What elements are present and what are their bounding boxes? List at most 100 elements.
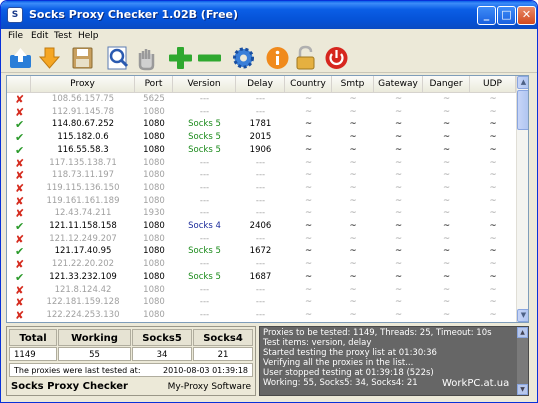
check-icon: ✔ bbox=[15, 118, 25, 132]
add-button[interactable] bbox=[167, 45, 194, 71]
table-row[interactable]: ✘ 119.115.136.150 1080 --- --- ~ ~ ~ ~ ~ bbox=[7, 182, 516, 195]
cell-delay: 1687 bbox=[249, 271, 272, 282]
title-bar[interactable]: S Socks Proxy Checker 1.02B (Free) _ □ ✕ bbox=[1, 1, 537, 29]
cell-smtp: ~ bbox=[349, 94, 357, 104]
cell-smtp: ~ bbox=[349, 259, 357, 270]
import-button[interactable] bbox=[7, 45, 34, 71]
table-row[interactable]: ✘ 121.8.124.42 1080 --- --- ~ ~ ~ ~ ~ bbox=[7, 284, 516, 297]
check-icon: ✔ bbox=[15, 245, 25, 259]
cell-port: 1080 bbox=[143, 195, 165, 206]
cell-smtp: ~ bbox=[349, 309, 357, 320]
log-scroll-up-button[interactable]: ▲ bbox=[517, 327, 528, 338]
watermark: WorkPC.at.ua bbox=[442, 378, 510, 389]
info-icon bbox=[266, 47, 289, 69]
cell-proxy: 119.161.161.189 bbox=[46, 195, 120, 206]
table-row[interactable]: ✔ 121.17.40.95 1080 Socks 5 1672 ~ ~ ~ ~ ~ bbox=[7, 245, 516, 258]
cell-danger: ~ bbox=[442, 246, 451, 257]
column-header-version[interactable]: Version bbox=[173, 76, 236, 93]
table-scrollbar[interactable]: ▲ ▼ bbox=[516, 76, 528, 322]
cell-smtp: ~ bbox=[349, 271, 357, 282]
main-window: S Socks Proxy Checker 1.02B (Free) _ □ ✕… bbox=[0, 0, 538, 403]
cell-gateway: ~ bbox=[394, 144, 403, 155]
column-header-proxy[interactable]: Proxy bbox=[31, 76, 135, 93]
settings-button[interactable] bbox=[230, 45, 257, 71]
remove-button[interactable] bbox=[196, 45, 223, 71]
cell-danger: ~ bbox=[442, 271, 451, 282]
vendor-label[interactable]: My-Proxy Software bbox=[168, 382, 251, 392]
cell-gateway: ~ bbox=[394, 119, 403, 130]
cell-port: 1080 bbox=[143, 144, 165, 155]
lock-button[interactable] bbox=[292, 45, 319, 71]
cell-country: ~ bbox=[304, 182, 313, 193]
table-row[interactable]: ✔ 114.80.67.252 1080 Socks 5 1781 ~ ~ ~ ~ ~ bbox=[7, 118, 516, 131]
cell-version: Socks 5 bbox=[188, 246, 221, 257]
column-header-udp[interactable]: UDP bbox=[470, 76, 516, 93]
exit-button[interactable] bbox=[323, 45, 350, 71]
cell-version: --- bbox=[199, 284, 210, 295]
cell-country: ~ bbox=[304, 284, 313, 295]
menu-test[interactable]: Test bbox=[51, 29, 75, 43]
cell-proxy: 121.8.124.42 bbox=[54, 284, 112, 295]
cell-proxy: 119.115.136.150 bbox=[46, 182, 120, 193]
column-header-danger[interactable]: Danger bbox=[423, 76, 470, 93]
import-icon bbox=[10, 48, 31, 68]
close-button[interactable]: ✕ bbox=[517, 6, 536, 25]
column-header-gateway[interactable]: Gateway bbox=[374, 76, 423, 93]
column-header-status[interactable] bbox=[7, 76, 31, 93]
log-scroll-down-button[interactable]: ▼ bbox=[517, 384, 528, 395]
table-row[interactable]: ✘ 119.161.161.189 1080 --- --- ~ ~ ~ ~ ~ bbox=[7, 195, 516, 208]
menu-file[interactable]: File bbox=[5, 29, 26, 43]
cross-icon: ✘ bbox=[15, 207, 25, 221]
column-header-country[interactable]: Country bbox=[285, 76, 332, 93]
minimize-button[interactable]: _ bbox=[477, 6, 496, 25]
cell-proxy: 122.224.253.130 bbox=[46, 309, 120, 320]
scroll-up-button[interactable]: ▲ bbox=[517, 76, 528, 89]
cell-delay: --- bbox=[255, 94, 266, 104]
table-row[interactable]: ✘ 12.43.74.211 1930 --- --- ~ ~ ~ ~ ~ bbox=[7, 207, 516, 220]
cell-delay: --- bbox=[255, 259, 266, 270]
cell-danger: ~ bbox=[442, 132, 451, 143]
table-row[interactable]: ✔ 116.55.58.3 1080 Socks 5 1906 ~ ~ ~ ~ ~ bbox=[7, 144, 516, 157]
column-header-delay[interactable]: Delay bbox=[236, 76, 285, 93]
log-scrollbar[interactable]: ▲ ▼ bbox=[517, 327, 528, 395]
cell-country: ~ bbox=[304, 246, 313, 257]
cell-udp: ~ bbox=[489, 284, 497, 295]
check-icon: ✔ bbox=[15, 143, 25, 157]
cell-country: ~ bbox=[304, 94, 313, 104]
cell-delay: 1672 bbox=[249, 246, 272, 257]
table-row[interactable]: ✔ 121.11.158.158 1080 Socks 4 2406 ~ ~ ~ ~ ~ bbox=[7, 220, 516, 233]
table-row[interactable]: ✘ 121.22.20.202 1080 --- --- ~ ~ ~ ~ ~ bbox=[7, 258, 516, 271]
cell-delay: --- bbox=[255, 208, 266, 219]
download-button[interactable] bbox=[36, 45, 63, 71]
scroll-thumb[interactable] bbox=[517, 90, 528, 130]
save-button[interactable] bbox=[69, 45, 96, 71]
stop-button[interactable] bbox=[132, 45, 159, 71]
proxy-table[interactable]: Proxy Port Version Delay Country Smtp Ga… bbox=[6, 75, 529, 323]
cross-icon: ✘ bbox=[15, 93, 25, 106]
cell-delay: --- bbox=[255, 284, 266, 295]
table-row[interactable]: ✔ 115.182.0.6 1080 Socks 5 2015 ~ ~ ~ ~ ~ bbox=[7, 131, 516, 144]
table-row[interactable]: ✘ 122.181.159.128 1080 --- --- ~ ~ ~ ~ ~ bbox=[7, 296, 516, 309]
scroll-down-button[interactable]: ▼ bbox=[517, 309, 528, 322]
search-button[interactable] bbox=[105, 45, 132, 71]
table-row[interactable]: ✘ 121.12.249.207 1080 --- --- ~ ~ ~ ~ ~ bbox=[7, 233, 516, 246]
summary-working-value: 55 bbox=[58, 347, 131, 361]
maximize-button[interactable]: □ bbox=[497, 6, 516, 25]
table-row[interactable]: ✔ 121.33.232.109 1080 Socks 5 1687 ~ ~ ~ ~ ~ bbox=[7, 271, 516, 284]
table-row[interactable]: ✘ 118.73.11.197 1080 --- --- ~ ~ ~ ~ ~ bbox=[7, 169, 516, 182]
cell-port: 1080 bbox=[143, 221, 165, 231]
cell-smtp: ~ bbox=[349, 144, 357, 155]
table-row[interactable]: ✘ 108.56.157.75 5625 --- --- ~ ~ ~ ~ ~ bbox=[7, 93, 516, 106]
table-row[interactable]: ✘ 117.135.138.71 1080 --- --- ~ ~ ~ ~ ~ bbox=[7, 157, 516, 170]
info-button[interactable] bbox=[264, 45, 291, 71]
column-header-port[interactable]: Port bbox=[135, 76, 173, 93]
menu-edit[interactable]: Edit bbox=[28, 29, 51, 43]
window-title: Socks Proxy Checker 1.02B (Free) bbox=[29, 8, 239, 21]
menu-help[interactable]: Help bbox=[75, 29, 102, 43]
cell-delay: --- bbox=[255, 170, 266, 181]
table-row[interactable]: ✘ 122.224.253.130 1080 --- --- ~ ~ ~ ~ ~ bbox=[7, 309, 516, 322]
cell-version: --- bbox=[199, 297, 210, 308]
column-header-smtp[interactable]: Smtp bbox=[332, 76, 374, 93]
remove-icon bbox=[198, 54, 221, 62]
table-row[interactable]: ✘ 112.91.145.78 1080 --- --- ~ ~ ~ ~ ~ bbox=[7, 106, 516, 119]
